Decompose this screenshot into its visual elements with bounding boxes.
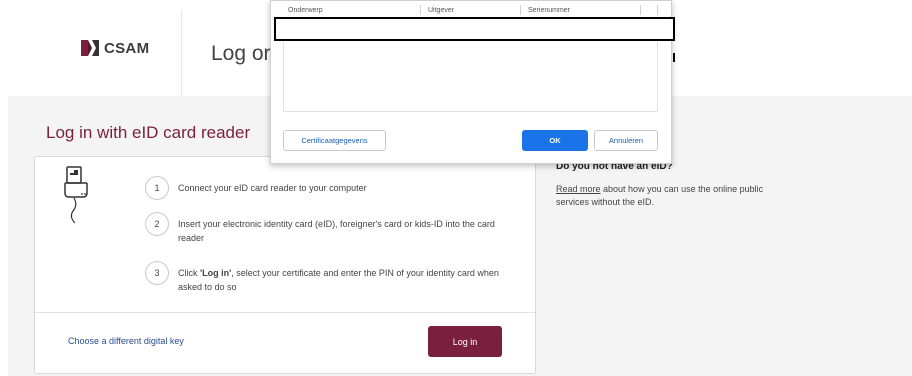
step-text: Click 'Log in', select your certificate …: [178, 266, 525, 294]
cancel-button[interactable]: Annuleren: [594, 130, 658, 151]
certificate-row-selected[interactable]: [274, 17, 675, 41]
certificate-list[interactable]: [283, 42, 658, 112]
page-title: Log in with eID card reader: [46, 123, 251, 142]
column-header-serial[interactable]: Serienummer: [528, 7, 570, 14]
column-separator: [657, 5, 658, 15]
step-text: Connect your eID card reader to your com…: [178, 183, 367, 193]
certificate-details-button[interactable]: Certificaatgegevens: [283, 130, 386, 151]
csam-logo-icon: [81, 40, 99, 56]
csam-logo[interactable]: CSAM: [80, 38, 149, 58]
step-number: 1: [145, 176, 169, 200]
no-eid-text: Read more about how you can use the onli…: [556, 183, 796, 209]
column-separator: [520, 5, 521, 15]
step-2: 2 Insert your electronic identity card (…: [145, 212, 525, 245]
column-header-subject[interactable]: Onderwerp: [288, 7, 323, 14]
page-header-title: Log or: [211, 42, 271, 65]
column-header-issuer[interactable]: Uitgever: [428, 7, 454, 14]
logo-text: CSAM: [104, 39, 150, 57]
column-separator: [640, 5, 641, 15]
step-3: 3 Click 'Log in', select your certificat…: [145, 261, 525, 294]
ok-button[interactable]: OK: [522, 130, 588, 151]
step-number: 2: [145, 212, 169, 236]
step-number: 3: [145, 261, 169, 285]
card-divider: [35, 312, 535, 313]
certificate-column-headers: Onderwerp Uitgever Serienummer: [288, 7, 648, 17]
card-reader-icon: [64, 166, 88, 224]
step-text-pre: Click: [178, 268, 200, 278]
choose-different-key-link[interactable]: Choose a different digital key: [68, 336, 184, 346]
text-cursor: [673, 53, 675, 62]
header-divider: [181, 10, 182, 96]
column-separator: [420, 5, 421, 15]
step-1: 1 Connect your eID card reader to your c…: [145, 176, 367, 200]
step-text: Insert your electronic identity card (eI…: [178, 219, 495, 243]
log-in-button[interactable]: Log in: [428, 326, 502, 357]
read-more-link[interactable]: Read more: [556, 184, 601, 194]
step-text-bold: 'Log in': [200, 268, 232, 278]
